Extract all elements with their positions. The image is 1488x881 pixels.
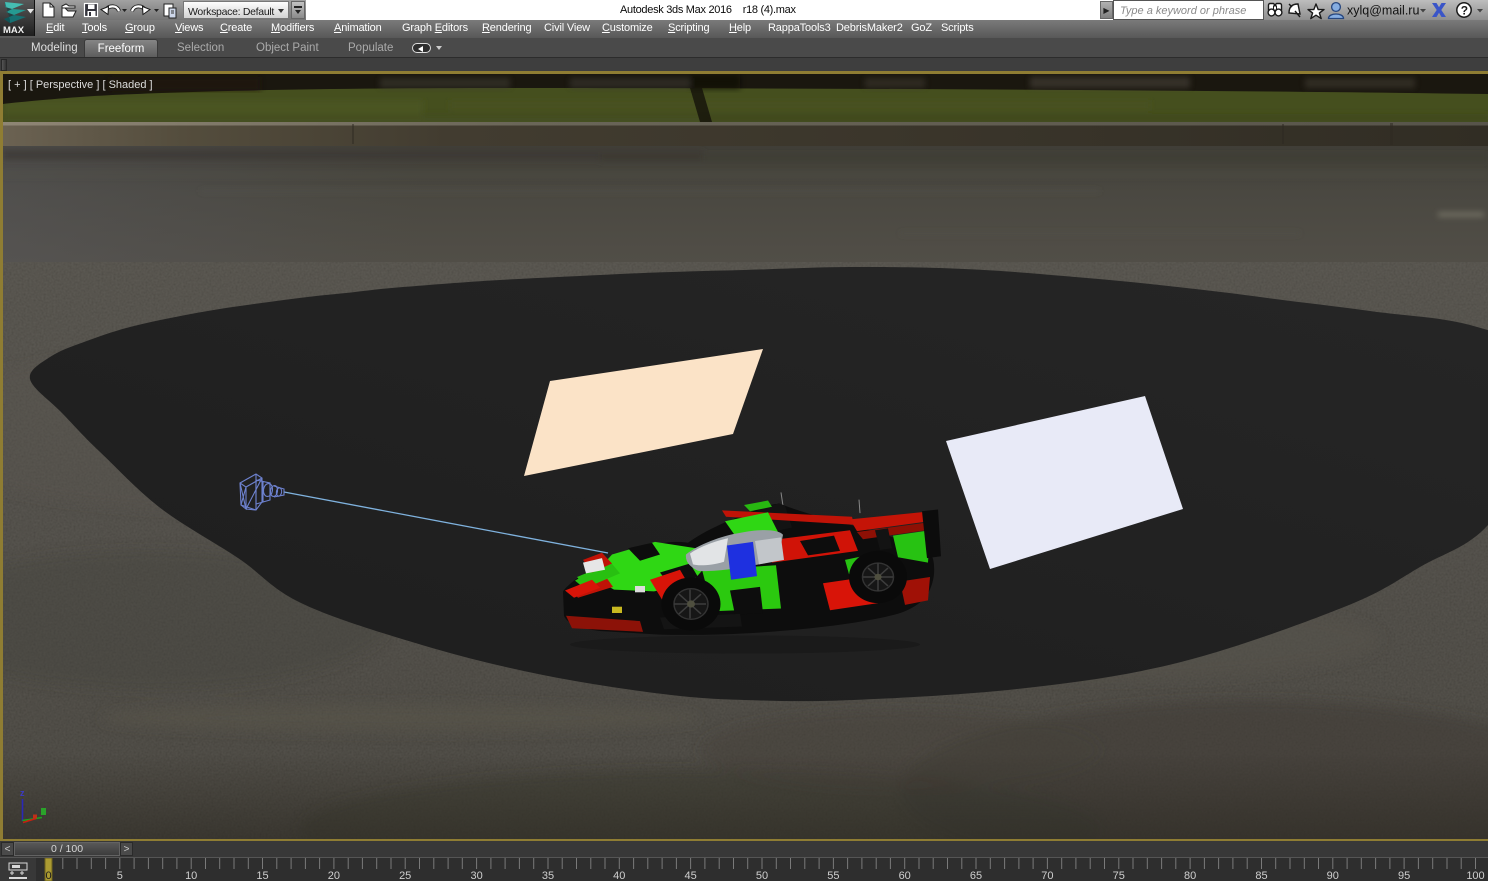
svg-text:MAX: MAX: [3, 25, 25, 36]
svg-text:45: 45: [684, 870, 696, 881]
svg-text:5: 5: [117, 870, 123, 881]
svg-text:?: ?: [1461, 4, 1468, 18]
svg-text:40: 40: [613, 870, 625, 881]
svg-text:0: 0: [45, 870, 51, 881]
svg-text:15: 15: [256, 870, 268, 881]
svg-text:75: 75: [1113, 870, 1125, 881]
svg-text:85: 85: [1255, 870, 1267, 881]
svg-text:60: 60: [899, 870, 911, 881]
svg-text:20: 20: [328, 870, 340, 881]
svg-text:30: 30: [470, 870, 482, 881]
svg-text:35: 35: [542, 870, 554, 881]
svg-text:100: 100: [1466, 870, 1484, 881]
svg-text:95: 95: [1398, 870, 1410, 881]
svg-text:55: 55: [827, 870, 839, 881]
svg-text:80: 80: [1184, 870, 1196, 881]
svg-text:50: 50: [756, 870, 768, 881]
svg-text:xylq@mail.ru: xylq@mail.ru: [1347, 4, 1419, 18]
svg-text:70: 70: [1041, 870, 1053, 881]
svg-text:90: 90: [1327, 870, 1339, 881]
svg-text:z: z: [20, 788, 25, 798]
svg-text:65: 65: [970, 870, 982, 881]
svg-text:25: 25: [399, 870, 411, 881]
svg-text:10: 10: [185, 870, 197, 881]
